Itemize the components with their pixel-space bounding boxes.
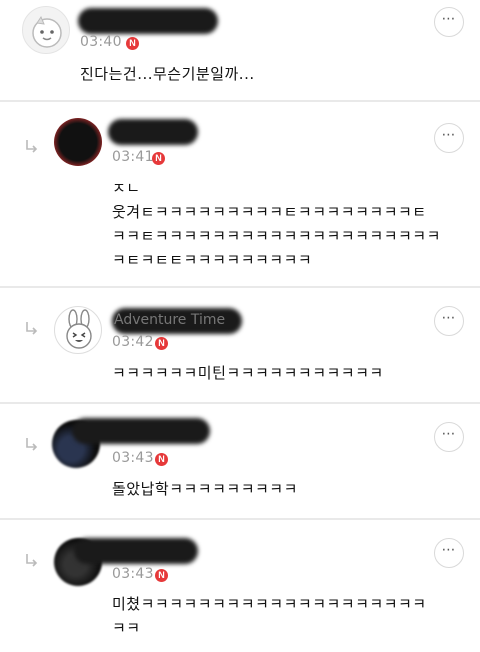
more-dots-icon: ⋯ bbox=[441, 426, 457, 442]
more-options-button[interactable]: ⋯ bbox=[434, 538, 464, 568]
reply-arrow-icon bbox=[26, 438, 38, 451]
comment-item: 03:43 N ⋯ 돌았납학ㅋㅋㅋㅋㅋㅋㅋㅋㅋ bbox=[0, 404, 480, 518]
new-badge: N bbox=[155, 337, 168, 350]
comment-text: 미쳤ㅋㅋㅋㅋㅋㅋㅋㅋㅋㅋㅋㅋㅋㅋㅋㅋㅋㅋㅋㅋ ㅋㅋ bbox=[112, 595, 427, 637]
more-options-button[interactable]: ⋯ bbox=[434, 7, 464, 37]
comment-text: 돌았납학ㅋㅋㅋㅋㅋㅋㅋㅋㅋ bbox=[112, 480, 298, 498]
comment-item: 03:41 N ⋯ ㅈㄴ 웃겨ㅌㅋㅋㅋㅋㅋㅋㅋㅋㅋㅌㅋㅋㅋㅋㅋㅋㅋㅋㅌ ㅋㅋㅌㅋ… bbox=[0, 102, 480, 286]
reply-arrow-icon bbox=[26, 140, 38, 153]
more-dots-icon: ⋯ bbox=[441, 127, 457, 143]
comment-item: 03:40 N ⋯ 진다는건...무슨기분일까... bbox=[0, 0, 480, 100]
more-dots-icon: ⋯ bbox=[441, 11, 457, 27]
comment-text: 진다는건...무슨기분일까... bbox=[80, 65, 255, 83]
reply-arrow-icon bbox=[26, 322, 38, 335]
timestamp: 03:43 bbox=[112, 566, 154, 582]
timestamp: 03:42 bbox=[112, 334, 154, 350]
redacted-name bbox=[74, 538, 198, 564]
redacted-name bbox=[108, 119, 198, 145]
more-options-button[interactable]: ⋯ bbox=[434, 306, 464, 336]
timestamp: 03:40 bbox=[80, 34, 122, 50]
comment-item: Adventure Time 03:42 N ⋯ ㅋㅋㅋㅋㅋㅋ미틴ㅋㅋㅋㅋㅋㅋㅋ… bbox=[0, 288, 480, 402]
redacted-name bbox=[72, 418, 210, 444]
new-badge: N bbox=[126, 37, 139, 50]
comment-text: ㅋㅋㅋㅋㅋㅋ미틴ㅋㅋㅋㅋㅋㅋㅋㅋㅋㅋㅋ bbox=[112, 364, 384, 382]
author-name: Adventure Time bbox=[114, 312, 226, 328]
new-badge: N bbox=[155, 453, 168, 466]
reply-arrow-icon bbox=[26, 554, 38, 567]
more-dots-icon: ⋯ bbox=[441, 310, 457, 326]
more-options-button[interactable]: ⋯ bbox=[434, 422, 464, 452]
redacted-name bbox=[78, 8, 218, 34]
avatar[interactable] bbox=[54, 118, 102, 166]
character-avatar-icon bbox=[32, 15, 62, 48]
avatar[interactable] bbox=[54, 306, 102, 354]
more-options-button[interactable]: ⋯ bbox=[434, 123, 464, 153]
new-badge: N bbox=[152, 152, 165, 165]
more-dots-icon: ⋯ bbox=[441, 542, 457, 558]
timestamp: 03:43 bbox=[112, 450, 154, 466]
new-badge: N bbox=[155, 569, 168, 582]
comment-item: 03:43 N ⋯ 미쳤ㅋㅋㅋㅋㅋㅋㅋㅋㅋㅋㅋㅋㅋㅋㅋㅋㅋㅋㅋㅋ ㅋㅋ bbox=[0, 520, 480, 652]
avatar[interactable] bbox=[22, 6, 70, 54]
comment-text: ㅈㄴ 웃겨ㅌㅋㅋㅋㅋㅋㅋㅋㅋㅋㅌㅋㅋㅋㅋㅋㅋㅋㅋㅌ ㅋㅋㅌㅋㅋㅋㅋㅋㅋㅋㅋㅋㅋㅋ… bbox=[112, 179, 441, 269]
timestamp: 03:41 bbox=[112, 149, 154, 165]
bunny-avatar-icon bbox=[66, 309, 92, 349]
